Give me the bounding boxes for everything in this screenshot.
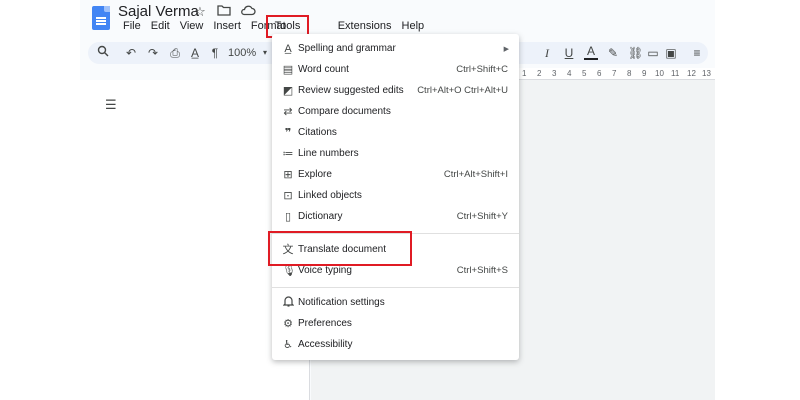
menu-item-label: Notification settings xyxy=(298,296,385,308)
review-edits-icon: ◩ xyxy=(282,84,294,97)
tools-menu: A̲ Spelling and grammar ▶ ▤ Word count C… xyxy=(272,34,519,360)
explore-icon: ⊞ xyxy=(283,168,293,181)
menu-item-review-edits[interactable]: ◩ Review suggested edits Ctrl+Alt+O Ctrl… xyxy=(272,80,519,101)
highlight-pen-icon[interactable]: ✎ xyxy=(606,45,620,61)
menu-item-shortcut: Ctrl+Shift+S xyxy=(456,264,508,276)
menu-insert[interactable]: Insert xyxy=(209,20,245,32)
dictionary-icon: ▯ xyxy=(284,210,292,223)
ruler-tick: 8 xyxy=(627,69,632,78)
menu-item-label: Spelling and grammar xyxy=(298,42,396,54)
title-actions: ☆ xyxy=(192,4,256,20)
ruler-tick: 1 xyxy=(522,69,527,78)
menu-item-dictionary[interactable]: ▯ Dictionary Ctrl+Shift+Y xyxy=(272,206,519,227)
cloud-status-icon[interactable] xyxy=(240,4,256,20)
ruler-tick: 2 xyxy=(537,69,542,78)
menu-item-linked-objects[interactable]: ⊡ Linked objects xyxy=(272,185,519,206)
word-count-icon: ▤ xyxy=(282,63,294,76)
spellcheck-toolbar-icon[interactable]: A̲ xyxy=(188,45,202,61)
menu-edit[interactable]: Edit xyxy=(147,20,174,32)
menu-item-shortcut: Ctrl+Alt+Shift+I xyxy=(443,168,508,180)
microphone-icon: 🎙 xyxy=(282,264,296,277)
menu-item-preferences[interactable]: ⚙ Preferences xyxy=(272,313,519,334)
menu-item-compare-documents[interactable]: ⇄ Compare documents xyxy=(272,101,519,122)
docs-logo-icon[interactable] xyxy=(92,6,110,30)
menu-extensions[interactable]: Extensions xyxy=(334,20,396,32)
print-icon[interactable]: ⎙ xyxy=(168,45,182,61)
menu-item-spelling-grammar[interactable]: A̲ Spelling and grammar ▶ xyxy=(272,38,519,59)
comment-icon[interactable]: ▭ xyxy=(646,45,660,61)
italic-icon[interactable]: I xyxy=(540,45,554,61)
spellcheck-icon: A̲ xyxy=(284,42,292,55)
document-title[interactable]: Sajal Verma xyxy=(118,3,199,20)
star-icon[interactable]: ☆ xyxy=(192,4,208,20)
menu-view[interactable]: View xyxy=(176,20,208,32)
zoom-dropdown-icon[interactable]: ▾ xyxy=(258,45,272,61)
menu-item-notification-settings[interactable]: Notification settings xyxy=(272,292,519,313)
move-folder-icon[interactable] xyxy=(216,4,232,20)
menu-item-shortcut: Ctrl+Alt+O Ctrl+Alt+U xyxy=(417,84,508,96)
submenu-arrow-icon: ▶ xyxy=(503,45,509,53)
ruler-tick: 5 xyxy=(582,69,587,78)
menu-item-label: Linked objects xyxy=(298,189,362,201)
menu-item-label: Dictionary xyxy=(298,210,343,222)
underline-icon[interactable]: U xyxy=(562,45,576,61)
menu-item-citations[interactable]: ❞ Citations xyxy=(272,122,519,143)
undo-icon[interactable]: ↶ xyxy=(124,45,138,61)
paint-format-icon[interactable]: ¶ xyxy=(208,45,222,61)
menu-help[interactable]: Help xyxy=(398,20,429,32)
preferences-icon: ⚙ xyxy=(283,317,293,330)
menu-separator xyxy=(272,287,519,288)
search-icon[interactable] xyxy=(96,45,110,61)
ruler-tick: 4 xyxy=(567,69,572,78)
ruler-tick: 12 xyxy=(687,69,696,78)
menu-item-shortcut: Ctrl+Shift+C xyxy=(456,63,508,75)
quote-icon: ❞ xyxy=(284,126,292,139)
accessibility-icon: ♿ xyxy=(283,338,293,351)
zoom-select[interactable]: 100% xyxy=(228,45,256,61)
ruler-tick: 3 xyxy=(552,69,557,78)
ruler-tick: 9 xyxy=(642,69,647,78)
menu-file[interactable]: File xyxy=(119,20,145,32)
menu-item-label: Explore xyxy=(298,168,332,180)
menu-item-label: Accessibility xyxy=(298,338,353,350)
ruler-tick: 13 xyxy=(702,69,711,78)
menu-item-label: Compare documents xyxy=(298,105,391,117)
outline-list-icon[interactable]: ☰ xyxy=(105,97,117,113)
menu-item-word-count[interactable]: ▤ Word count Ctrl+Shift+C xyxy=(272,59,519,80)
redo-icon[interactable]: ↷ xyxy=(146,45,160,61)
menu-item-shortcut: Ctrl+Shift+Y xyxy=(456,210,508,222)
translate-highlight-box xyxy=(268,231,412,266)
menu-item-label: Citations xyxy=(298,126,337,138)
horizontal-ruler[interactable]: 1 2 3 4 5 6 7 8 9 10 11 12 13 xyxy=(519,68,715,80)
menu-item-label: Word count xyxy=(298,63,349,75)
ruler-tick: 7 xyxy=(612,69,617,78)
image-icon[interactable]: ▣ xyxy=(664,45,678,61)
menu-item-line-numbers[interactable]: ≔ Line numbers xyxy=(272,143,519,164)
link-icon[interactable]: ⛓ xyxy=(628,45,643,61)
menu-item-explore[interactable]: ⊞ Explore Ctrl+Alt+Shift+I xyxy=(272,164,519,185)
menu-item-label: Preferences xyxy=(298,317,352,329)
menu-item-label: Line numbers xyxy=(298,147,359,159)
ruler-tick: 11 xyxy=(671,69,680,78)
ruler-tick: 10 xyxy=(655,69,664,78)
text-color-icon[interactable]: A xyxy=(584,45,598,60)
menu-item-label: Voice typing xyxy=(298,264,352,276)
menu-item-accessibility[interactable]: ♿ Accessibility xyxy=(272,334,519,355)
align-icon[interactable]: ≡ xyxy=(690,45,704,61)
linked-objects-icon: ⊡ xyxy=(283,189,293,202)
line-numbers-icon: ≔ xyxy=(282,147,294,160)
ruler-tick: 6 xyxy=(597,69,602,78)
bell-icon xyxy=(282,295,294,310)
compare-icon: ⇄ xyxy=(283,105,293,118)
menu-item-label: Review suggested edits xyxy=(298,84,404,96)
